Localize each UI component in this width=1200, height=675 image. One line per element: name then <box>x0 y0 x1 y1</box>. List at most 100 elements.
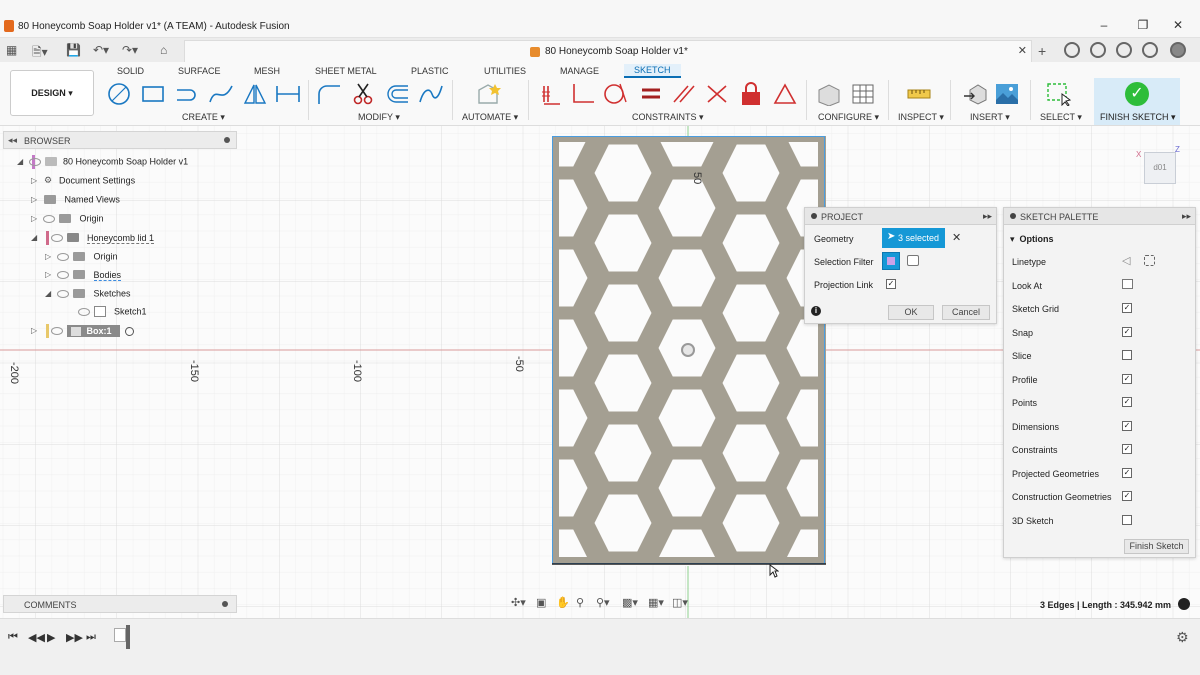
help-icon[interactable] <box>1142 42 1158 58</box>
rectangle-tool-icon[interactable] <box>140 82 166 106</box>
options-section-header[interactable]: ▾ Options <box>1010 234 1054 245</box>
panel-pin-icon[interactable] <box>224 137 230 143</box>
filter-specified-entities-icon[interactable] <box>907 255 919 266</box>
spline-tool-icon[interactable] <box>208 82 234 106</box>
orbit-icon[interactable]: ✣▾ <box>511 596 526 609</box>
close-window-button[interactable]: ✕ <box>1170 18 1186 32</box>
triangle-constraint-icon[interactable] <box>772 82 798 106</box>
slot-tool-icon[interactable] <box>174 82 200 106</box>
palette-option-checkbox[interactable]: ✓ <box>1122 491 1132 501</box>
circle-tool-icon[interactable] <box>106 82 132 106</box>
automate-group-label[interactable]: AUTOMATE ▾ <box>462 112 518 123</box>
tab-utilities[interactable]: UTILITIES <box>484 66 526 76</box>
cancel-button[interactable]: Cancel <box>942 305 990 320</box>
automate-tool-icon[interactable] <box>476 82 502 106</box>
look-at-nav-icon[interactable]: ▣ <box>536 596 546 609</box>
save-icon[interactable]: 💾 <box>66 43 81 57</box>
sketch-palette-header[interactable]: SKETCH PALETTE ▸▸ <box>1004 208 1195 225</box>
timeline-start-icon[interactable]: ⏮ <box>8 631 18 644</box>
timeline-marker[interactable] <box>126 625 130 649</box>
timeline-forward-icon[interactable]: ▶▶ <box>66 631 83 644</box>
pan-hand-icon[interactable]: ✋ <box>556 596 570 609</box>
fillet-tool-icon[interactable] <box>316 82 342 106</box>
tab-sketch[interactable]: SKETCH <box>624 64 681 78</box>
tab-manage[interactable]: MANAGE <box>560 66 599 76</box>
viewports-icon[interactable]: ◫▾ <box>672 596 688 609</box>
palette-option-checkbox[interactable]: ✓ <box>1122 303 1132 313</box>
tree-item-honeycomb-lid[interactable]: ◢ Honeycomb lid 1 <box>31 232 155 248</box>
palette-option-checkbox[interactable] <box>1122 350 1132 360</box>
tab-surface[interactable]: SURFACE <box>178 66 221 76</box>
measure-tool-icon[interactable] <box>906 82 932 106</box>
palette-option-checkbox[interactable]: ✓ <box>1122 373 1132 384</box>
projection-link-checkbox[interactable]: ✓ <box>886 279 896 289</box>
status-indicator-icon[interactable] <box>1178 598 1190 610</box>
modify-group-label[interactable]: MODIFY ▾ <box>358 112 400 123</box>
palette-option-checkbox[interactable]: ✓ <box>1122 444 1132 454</box>
palette-option-checkbox[interactable]: ✓ <box>1122 397 1132 407</box>
trim-scissors-icon[interactable] <box>350 82 376 106</box>
expand-dialog-icon[interactable]: ▸▸ <box>983 211 992 222</box>
geometry-selection-button[interactable]: ➤ 3 selected <box>882 228 945 248</box>
undo-icon[interactable]: ↶▾ <box>93 43 109 57</box>
collapse-panel-icon[interactable]: ◂◂ <box>8 135 17 146</box>
tab-sheet-metal[interactable]: SHEET METAL <box>315 66 377 76</box>
redo-icon[interactable]: ↷▾ <box>122 43 138 57</box>
tree-item-box[interactable]: ▷ Box:1 <box>31 325 134 341</box>
coincident-constraint-icon[interactable] <box>538 82 564 106</box>
filter-bodies-icon[interactable] <box>882 252 900 270</box>
zoom-window-icon[interactable]: ⚲▾ <box>596 596 610 609</box>
job-status-icon[interactable] <box>1090 42 1106 58</box>
extensions-icon[interactable] <box>1064 42 1080 58</box>
palette-pin-icon[interactable] <box>1010 213 1016 219</box>
close-tab-icon[interactable]: ✕ <box>1018 44 1027 57</box>
equal-constraint-icon[interactable] <box>638 82 664 106</box>
insert-group-label[interactable]: INSERT ▾ <box>970 112 1010 123</box>
home-icon[interactable]: ⌂ <box>160 43 167 57</box>
view-cube[interactable]: d01 <box>1144 152 1176 184</box>
create-group-label[interactable]: CREATE ▾ <box>182 112 225 123</box>
tab-mesh[interactable]: MESH <box>254 66 280 76</box>
fix-lock-icon[interactable] <box>738 82 764 106</box>
tree-item-named-views[interactable]: ▷ Named Views <box>31 194 120 210</box>
configure-table-icon[interactable] <box>850 82 876 106</box>
timeline-back-icon[interactable]: ◀◀ <box>28 631 45 644</box>
new-tab-icon[interactable]: + <box>1038 43 1046 59</box>
comments-panel[interactable]: COMMENTS <box>3 595 237 613</box>
palette-option-checkbox[interactable] <box>1122 514 1132 525</box>
timeline-end-icon[interactable]: ⏭ <box>86 631 96 644</box>
select-window-icon[interactable] <box>1046 82 1072 107</box>
tree-item-sketch1[interactable]: Sketch1 <box>74 306 147 322</box>
tab-plastic[interactable]: PLASTIC <box>411 66 449 76</box>
comments-pin-icon[interactable] <box>222 601 228 607</box>
timeline-settings-gear-icon[interactable]: ⚙ <box>1176 629 1189 646</box>
look-at-icon[interactable] <box>1122 279 1133 289</box>
finish-sketch-palette-button[interactable]: Finish Sketch <box>1124 539 1189 554</box>
document-tab[interactable]: 80 Honeycomb Soap Holder v1* ✕ <box>184 40 1032 62</box>
inspect-group-label[interactable]: INSPECT ▾ <box>898 112 944 123</box>
ok-button[interactable]: OK <box>888 305 934 320</box>
clear-selection-icon[interactable]: ✕ <box>952 231 961 244</box>
expand-palette-icon[interactable]: ▸▸ <box>1182 211 1191 222</box>
tree-item-document-settings[interactable]: ▷ ⚙ Document Settings <box>31 175 135 191</box>
parallel-constraint-icon[interactable] <box>670 82 696 106</box>
dimension-tool-icon[interactable] <box>275 82 301 106</box>
mirror-tool-icon[interactable] <box>242 82 268 106</box>
tree-item-origin[interactable]: ▷ Origin <box>31 213 104 229</box>
origin-point-icon[interactable] <box>681 343 695 357</box>
dialog-pin-icon[interactable] <box>811 213 817 219</box>
offset-tool-icon[interactable] <box>384 82 410 106</box>
timeline-play-icon[interactable]: ▶ <box>47 631 55 644</box>
finish-sketch-button[interactable]: ✓ FINISH SKETCH ▾ <box>1094 78 1180 125</box>
info-icon[interactable]: i <box>811 306 821 316</box>
display-settings-icon[interactable]: ▩▾ <box>622 596 638 609</box>
palette-option-checkbox[interactable]: ✓ <box>1122 326 1132 337</box>
notifications-icon[interactable] <box>1116 42 1132 58</box>
constraints-group-label[interactable]: CONSTRAINTS ▾ <box>632 112 704 123</box>
tree-item-component-origin[interactable]: ▷ Origin <box>45 251 118 267</box>
tree-item-root[interactable]: ◢ 80 Honeycomb Soap Holder v1 <box>17 156 188 172</box>
linetype-construction-icon[interactable] <box>1144 255 1155 266</box>
tab-solid[interactable]: SOLID <box>117 66 144 76</box>
palette-option-checkbox[interactable]: ✓ <box>1122 420 1132 431</box>
insert-image-icon[interactable] <box>994 82 1020 106</box>
